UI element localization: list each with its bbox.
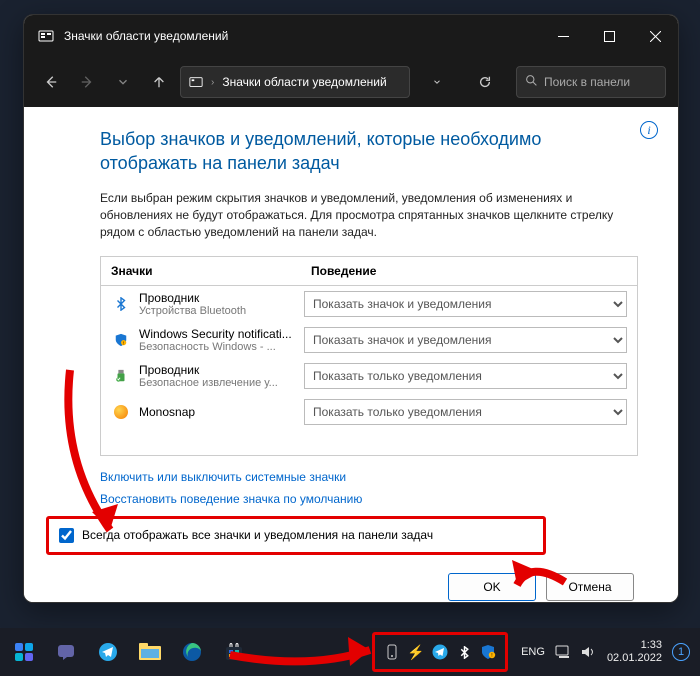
page-heading: Выбор значков и уведомлений, которые нео… [100, 127, 638, 176]
address-bar[interactable]: › Значки области уведомлений [180, 66, 410, 98]
address-dropdown-button[interactable] [422, 67, 452, 97]
time-text: 1:33 [607, 639, 662, 652]
monosnap-icon [111, 402, 131, 422]
links: Включить или выключить системные значки … [100, 470, 638, 506]
usb-icon [111, 366, 131, 386]
recent-button[interactable] [108, 67, 138, 97]
shield-icon: ! [111, 330, 131, 350]
tray-security-icon[interactable]: ! [479, 643, 497, 661]
always-show-checkbox-row: Всегда отображать все значки и уведомлен… [46, 516, 546, 555]
table-row: Monosnap Показать только уведомления [101, 394, 637, 430]
notifications-icon[interactable]: 1 [672, 643, 690, 661]
window: Значки области уведомлений › Значки обла… [23, 14, 679, 603]
search-icon [525, 74, 538, 90]
date-text: 02.01.2022 [607, 652, 662, 665]
col-behavior: Поведение [301, 257, 637, 285]
link-system-icons[interactable]: Включить или выключить системные значки [100, 470, 638, 484]
system-tray: ENG 1:33 02.01.2022 1 [521, 639, 700, 665]
explorer-button[interactable] [130, 632, 170, 672]
row-sub: Безопасное извлечение у... [139, 377, 299, 389]
taskbar-apps [0, 632, 254, 672]
info-icon[interactable]: i [640, 121, 658, 139]
volume-icon[interactable] [581, 644, 597, 660]
search-box[interactable] [516, 66, 666, 98]
minimize-button[interactable] [540, 15, 586, 57]
row-sub: Безопасность Windows - ... [139, 341, 299, 353]
tray-device-icon[interactable] [383, 643, 401, 661]
row-title: Windows Security notificati... [139, 327, 299, 341]
tray-telegram-icon[interactable] [431, 643, 449, 661]
table-header: Значки Поведение [101, 257, 637, 286]
address-text: Значки области уведомлений [222, 75, 386, 89]
dialog-buttons: OK Отмена [100, 573, 638, 601]
icons-table: Значки Поведение ПроводникУстройства Blu… [100, 256, 638, 456]
content: i Выбор значков и уведомлений, которые н… [24, 107, 678, 602]
behavior-select[interactable]: Показать только уведомления [304, 399, 627, 425]
clock[interactable]: 1:33 02.01.2022 [607, 639, 662, 665]
row-title: Проводник [139, 291, 299, 305]
table-row: ! Windows Security notificati...Безопасн… [101, 322, 637, 358]
language-indicator[interactable]: ENG [521, 646, 545, 658]
row-title: Проводник [139, 363, 299, 377]
navbar: › Значки области уведомлений [24, 57, 678, 107]
row-sub: Устройства Bluetooth [139, 305, 299, 317]
behavior-select[interactable]: Показать только уведомления [304, 363, 627, 389]
always-show-checkbox[interactable] [59, 528, 74, 543]
taskbar: ⚡ ! ENG 1:33 02.01.2022 1 [0, 628, 700, 676]
chevron-right-icon: › [211, 77, 214, 88]
store-button[interactable] [214, 632, 254, 672]
forward-button[interactable] [72, 67, 102, 97]
refresh-button[interactable] [470, 67, 500, 97]
network-icon[interactable] [555, 644, 571, 660]
cancel-button[interactable]: Отмена [546, 573, 634, 601]
address-icon [189, 75, 203, 89]
ok-button[interactable]: OK [448, 573, 536, 601]
tray-bluetooth-icon[interactable] [455, 643, 473, 661]
edge-button[interactable] [172, 632, 212, 672]
widgets-button[interactable] [4, 632, 44, 672]
window-title: Значки области уведомлений [64, 29, 540, 43]
telegram-button[interactable] [88, 632, 128, 672]
behavior-select[interactable]: Показать значок и уведомления [304, 327, 627, 353]
col-icons: Значки [101, 257, 301, 285]
app-icon [38, 28, 54, 44]
search-input[interactable] [544, 75, 657, 89]
titlebar: Значки области уведомлений [24, 15, 678, 57]
page-description: Если выбран режим скрытия значков и увед… [100, 190, 638, 242]
behavior-select[interactable]: Показать значок и уведомления [304, 291, 627, 317]
svg-text:!: ! [123, 340, 124, 345]
maximize-button[interactable] [586, 15, 632, 57]
table-row: ПроводникУстройства Bluetooth Показать з… [101, 286, 637, 322]
up-button[interactable] [144, 67, 174, 97]
tray-bolt-icon[interactable]: ⚡ [407, 643, 425, 661]
table-row: ПроводникБезопасное извлечение у... Пока… [101, 358, 637, 394]
svg-text:!: ! [491, 653, 492, 659]
row-title: Monosnap [139, 405, 299, 419]
close-button[interactable] [632, 15, 678, 57]
chat-button[interactable] [46, 632, 86, 672]
tray-highlight: ⚡ ! [372, 632, 508, 672]
bluetooth-icon [111, 294, 131, 314]
link-restore-defaults[interactable]: Восстановить поведение значка по умолчан… [100, 492, 638, 506]
always-show-label: Всегда отображать все значки и уведомлен… [82, 528, 433, 542]
back-button[interactable] [36, 67, 66, 97]
